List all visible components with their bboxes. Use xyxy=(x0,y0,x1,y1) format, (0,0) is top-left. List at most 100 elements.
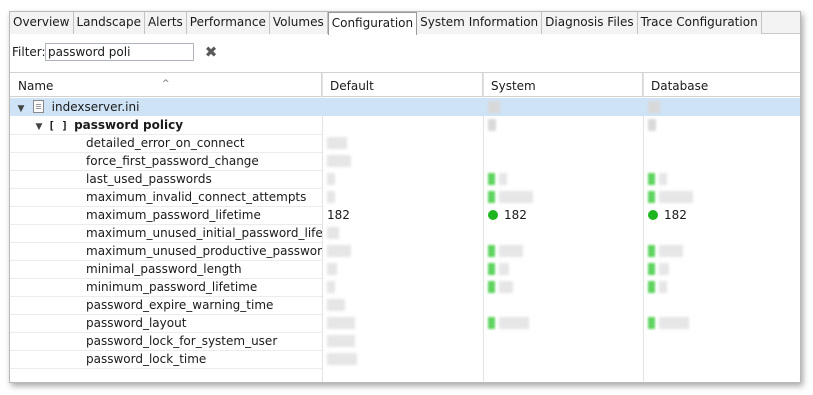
table-body: ▼ indexserver.ini ▼ [ ] password policy d… xyxy=(10,98,800,382)
column-header-database[interactable]: Database xyxy=(643,73,800,97)
tab-volumes[interactable]: Volumes xyxy=(269,12,328,34)
table-row[interactable]: password_lock_time xyxy=(10,350,800,368)
row-divider xyxy=(10,278,322,279)
status-indicator xyxy=(648,317,655,329)
parameter-name: maximum_unused_initial_password_lifetime xyxy=(86,226,322,240)
system-value: 182 xyxy=(504,208,527,222)
row-divider xyxy=(10,152,322,153)
table-row[interactable]: last_used_passwords xyxy=(10,170,800,188)
table-row[interactable]: maximum_unused_productive_password_life xyxy=(10,242,800,260)
redacted-value xyxy=(499,191,533,203)
clear-filter-icon[interactable]: ✖ xyxy=(203,43,219,61)
table-row[interactable]: maximum_invalid_connect_attempts xyxy=(10,188,800,206)
expand-chevron-icon[interactable]: ▼ xyxy=(34,118,44,134)
status-indicator xyxy=(648,173,655,185)
configuration-window: Overview Landscape Alerts Performance Vo… xyxy=(9,11,801,383)
filter-input[interactable] xyxy=(45,43,194,61)
file-name: indexserver.ini xyxy=(51,100,140,114)
redacted-value xyxy=(499,281,513,293)
table-row[interactable]: maximum_unused_initial_password_lifetime xyxy=(10,224,800,242)
redacted-value xyxy=(327,281,335,293)
table-row[interactable]: force_first_password_change xyxy=(10,152,800,170)
status-ok-icon xyxy=(648,210,658,220)
default-value: 182 xyxy=(327,208,350,222)
table-row[interactable]: minimum_password_lifetime xyxy=(10,278,800,296)
parameter-name: detailed_error_on_connect xyxy=(86,136,245,150)
parameter-name: maximum_unused_productive_password_life xyxy=(86,244,322,258)
tab-configuration[interactable]: Configuration xyxy=(327,12,418,35)
row-divider xyxy=(10,134,322,135)
redacted-value xyxy=(327,299,345,311)
tab-trace-configuration[interactable]: Trace Configuration xyxy=(637,12,762,34)
parameter-name: password_lock_for_system_user xyxy=(86,334,278,348)
column-header-name[interactable]: ^ Name xyxy=(10,73,322,97)
tab-system-information[interactable]: System Information xyxy=(417,12,543,34)
table-row-file[interactable]: ▼ indexserver.ini xyxy=(10,98,800,116)
redacted-value xyxy=(327,245,351,257)
column-database-label: Database xyxy=(651,79,709,93)
expand-chevron-icon[interactable]: ▼ xyxy=(16,100,26,116)
redacted-value xyxy=(327,137,347,149)
database-value: 182 xyxy=(664,208,687,222)
column-header-default[interactable]: Default xyxy=(322,73,483,97)
parameter-name: maximum_invalid_connect_attempts xyxy=(86,190,307,204)
file-icon xyxy=(32,100,44,113)
table-row[interactable]: maximum_password_lifetime 182 182 182 xyxy=(10,206,800,224)
row-divider xyxy=(10,314,322,315)
row-divider xyxy=(10,188,322,189)
tab-landscape[interactable]: Landscape xyxy=(73,12,145,34)
status-indicator xyxy=(488,263,495,275)
row-divider xyxy=(10,368,322,369)
redacted-value xyxy=(327,191,335,203)
tab-overview[interactable]: Overview xyxy=(10,12,74,34)
column-header-system[interactable]: System xyxy=(483,73,643,97)
parameter-name: password_lock_time xyxy=(86,352,207,366)
parameter-name: force_first_password_change xyxy=(86,154,259,168)
column-name-label: Name xyxy=(18,79,54,93)
filter-label: Filter: xyxy=(12,45,46,59)
table-header: ^ Name Default System Database xyxy=(10,73,800,97)
row-divider xyxy=(10,242,322,243)
redacted-value xyxy=(659,317,689,329)
tab-performance[interactable]: Performance xyxy=(186,12,270,34)
parameter-name: maximum_password_lifetime xyxy=(86,208,261,222)
status-indicator xyxy=(488,281,495,293)
redacted-value xyxy=(499,173,507,185)
redacted-value xyxy=(648,119,656,131)
redacted-value xyxy=(327,317,355,329)
table-row[interactable]: detailed_error_on_connect xyxy=(10,134,800,152)
redacted-value xyxy=(659,263,669,275)
table-row[interactable]: password_layout xyxy=(10,314,800,332)
row-divider xyxy=(10,350,322,351)
status-indicator xyxy=(648,281,655,293)
tab-bar: Overview Landscape Alerts Performance Vo… xyxy=(10,12,800,35)
parameter-name: minimum_password_lifetime xyxy=(86,280,258,294)
row-divider xyxy=(10,170,322,171)
parameter-name: minimal_password_length xyxy=(86,262,242,276)
status-indicator xyxy=(488,173,495,185)
tab-alerts[interactable]: Alerts xyxy=(144,12,187,34)
filter-row: Filter: ✖ xyxy=(10,42,800,64)
status-ok-icon xyxy=(488,210,498,220)
table-row[interactable]: password_lock_for_system_user xyxy=(10,332,800,350)
redacted-value xyxy=(327,263,337,275)
redacted-value xyxy=(648,101,660,113)
column-system-label: System xyxy=(491,79,536,93)
section-icon: [ ] xyxy=(48,119,69,132)
redacted-value xyxy=(659,245,683,257)
table-row[interactable]: password_expire_warning_time xyxy=(10,296,800,314)
tab-diagnosis-files[interactable]: Diagnosis Files xyxy=(542,12,638,34)
redacted-value xyxy=(488,119,496,131)
status-indicator xyxy=(488,317,495,329)
status-indicator xyxy=(488,245,495,257)
status-indicator xyxy=(648,263,655,275)
redacted-value xyxy=(499,263,509,275)
section-name: password policy xyxy=(74,118,184,132)
table-row-section[interactable]: ▼ [ ] password policy xyxy=(10,116,800,134)
parameter-name: last_used_passwords xyxy=(86,172,212,186)
redacted-value xyxy=(327,173,335,185)
redacted-value xyxy=(499,245,523,257)
redacted-value xyxy=(659,173,667,185)
table-row[interactable]: minimal_password_length xyxy=(10,260,800,278)
row-divider xyxy=(10,260,322,261)
